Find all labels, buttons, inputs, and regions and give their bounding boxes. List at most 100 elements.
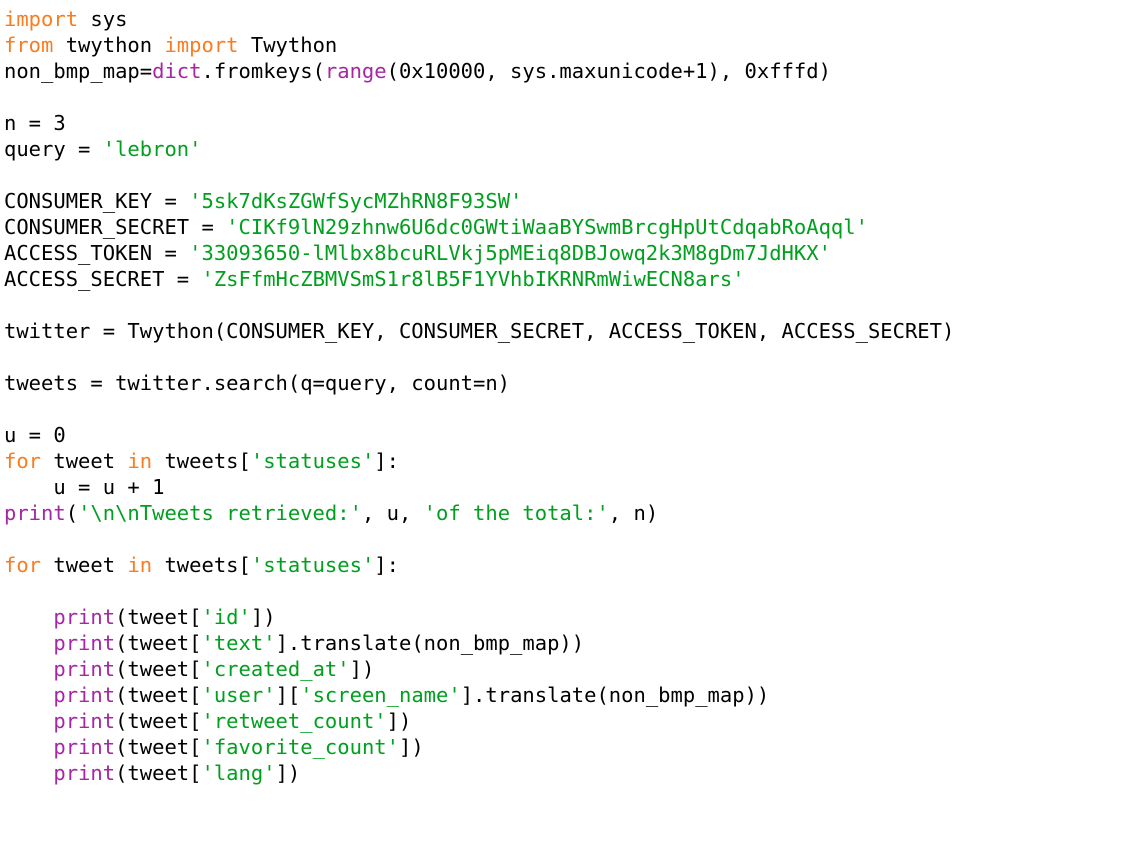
code-token-kw: for bbox=[4, 449, 42, 473]
code-line: print(tweet['id']) bbox=[4, 604, 1130, 630]
code-token-plain: ACCESS_SECRET = bbox=[4, 267, 202, 291]
code-token-plain: ]) bbox=[398, 735, 424, 759]
code-line: non_bmp_map=dict.fromkeys(range(0x10000,… bbox=[4, 58, 1130, 84]
code-line: print(tweet['retweet_count']) bbox=[4, 708, 1130, 734]
code-line: print(tweet['favorite_count']) bbox=[4, 734, 1130, 760]
code-token-plain: (0x10000, sys.maxunicode+1), 0xfffd) bbox=[386, 59, 831, 83]
code-line: ACCESS_TOKEN = '33093650-lMlbx8bcuRLVkj5… bbox=[4, 240, 1130, 266]
code-token-builtin: print bbox=[4, 501, 66, 525]
code-token-kw: from bbox=[4, 33, 54, 57]
code-token-str: '\n\nTweets retrieved:' bbox=[78, 501, 362, 525]
code-token-plain: (tweet[ bbox=[115, 735, 202, 759]
code-token-plain: (tweet[ bbox=[115, 657, 202, 681]
code-token-plain: u = 0 bbox=[4, 423, 66, 447]
code-token-plain: ].translate(non_bmp_map)) bbox=[275, 631, 585, 655]
code-token-kw: in bbox=[127, 553, 153, 577]
code-token-plain: tweets[ bbox=[152, 553, 251, 577]
code-token-str: 'id' bbox=[201, 605, 251, 629]
code-token-plain: twython bbox=[53, 33, 165, 57]
code-line: for tweet in tweets['statuses']: bbox=[4, 552, 1130, 578]
code-token-str: 'of the total:' bbox=[423, 501, 609, 525]
code-token-plain: ].translate(non_bmp_map)) bbox=[460, 683, 770, 707]
code-token-builtin: print bbox=[53, 657, 116, 681]
code-token-plain: n = 3 bbox=[4, 111, 66, 135]
code-line: twitter = Twython(CONSUMER_KEY, CONSUMER… bbox=[4, 318, 1130, 344]
code-line: tweets = twitter.search(q=query, count=n… bbox=[4, 370, 1130, 396]
code-token-plain: (tweet[ bbox=[115, 709, 202, 733]
code-token-plain: Twython bbox=[238, 33, 338, 57]
code-token-plain: (tweet[ bbox=[115, 605, 202, 629]
code-token-plain: , u, bbox=[361, 501, 424, 525]
code-token-plain: ]) bbox=[250, 605, 276, 629]
code-token-kw: import bbox=[164, 33, 239, 57]
code-token-kw: for bbox=[4, 553, 42, 577]
code-token-kw: in bbox=[127, 449, 153, 473]
code-line: CONSUMER_KEY = '5sk7dKsZGWfSycMZhRN8F93S… bbox=[4, 188, 1130, 214]
code-line: print(tweet['lang']) bbox=[4, 760, 1130, 786]
code-token-plain: twitter = Twython(CONSUMER_KEY, CONSUMER… bbox=[4, 319, 955, 343]
code-token-plain: ( bbox=[65, 501, 79, 525]
code-token-builtin: print bbox=[53, 761, 116, 785]
code-token-plain: ]) bbox=[275, 761, 301, 785]
code-line: for tweet in tweets['statuses']: bbox=[4, 448, 1130, 474]
code-line: print('\n\nTweets retrieved:', u, 'of th… bbox=[4, 500, 1130, 526]
code-line: CONSUMER_SECRET = 'CIKf9lN29zhnw6U6dc0GW… bbox=[4, 214, 1130, 240]
code-token-builtin: print bbox=[53, 631, 116, 655]
code-token-kw: import bbox=[4, 7, 79, 31]
code-token-str: 'favorite_count' bbox=[201, 735, 399, 759]
code-line: u = u + 1 bbox=[4, 474, 1130, 500]
code-line: print(tweet['text'].translate(non_bmp_ma… bbox=[4, 630, 1130, 656]
code-token-plain: ]: bbox=[374, 449, 399, 473]
code-line: n = 3 bbox=[4, 110, 1130, 136]
code-line: from twython import Twython bbox=[4, 32, 1130, 58]
code-token-plain: (tweet[ bbox=[115, 631, 202, 655]
code-token-str: '5sk7dKsZGWfSycMZhRN8F93SW' bbox=[189, 189, 523, 213]
code-line: ACCESS_SECRET = 'ZsFfmHcZBMVSmS1r8lB5F1Y… bbox=[4, 266, 1130, 292]
code-token-plain: tweets[ bbox=[152, 449, 251, 473]
code-line: print(tweet['created_at']) bbox=[4, 656, 1130, 682]
code-token-plain: ][ bbox=[275, 683, 301, 707]
code-line: print(tweet['user']['screen_name'].trans… bbox=[4, 682, 1130, 708]
code-token-str: 'lebron' bbox=[102, 137, 202, 161]
code-token-builtin: print bbox=[53, 683, 116, 707]
code-token-plain: CONSUMER_KEY = bbox=[4, 189, 190, 213]
code-token-plain: CONSUMER_SECRET = bbox=[4, 215, 227, 239]
code-editor[interactable]: import sys from twython import Twython non… bbox=[0, 0, 1130, 844]
code-token-str: 'user' bbox=[201, 683, 276, 707]
code-token-builtin: print bbox=[53, 735, 116, 759]
code-token-plain: (tweet[ bbox=[115, 683, 202, 707]
code-token-str: 'ZsFfmHcZBMVSmS1r8lB5F1YVhbIKRNRmWiwECN8… bbox=[201, 267, 745, 291]
code-token-str: 'statuses' bbox=[250, 553, 375, 577]
code-line-list: import sys from twython import Twython non… bbox=[4, 6, 1130, 786]
code-token-plain: query = bbox=[4, 137, 103, 161]
code-token-str: 'retweet_count' bbox=[201, 709, 387, 733]
code-line: import sys bbox=[4, 6, 1130, 32]
code-token-plain: non_bmp_map= bbox=[4, 59, 153, 83]
code-token-str: 'lang' bbox=[201, 761, 276, 785]
code-line: u = 0 bbox=[4, 422, 1130, 448]
code-token-str: 'created_at' bbox=[201, 657, 350, 681]
code-token-str: 'CIKf9lN29zhnw6U6dc0GWtiWaaBYSwmBrcgHpUt… bbox=[226, 215, 868, 239]
code-token-plain: tweet bbox=[41, 553, 128, 577]
code-token-builtin: dict bbox=[152, 59, 202, 83]
code-token-builtin: print bbox=[53, 605, 116, 629]
code-token-plain: ]) bbox=[349, 657, 375, 681]
code-token-str: 'statuses' bbox=[250, 449, 375, 473]
code-token-builtin: range bbox=[324, 59, 387, 83]
code-token-str: '33093650-lMlbx8bcuRLVkj5pMEiq8DBJowq2k3… bbox=[189, 241, 831, 265]
code-token-plain: sys bbox=[78, 7, 128, 31]
code-token-plain: ]) bbox=[386, 709, 412, 733]
